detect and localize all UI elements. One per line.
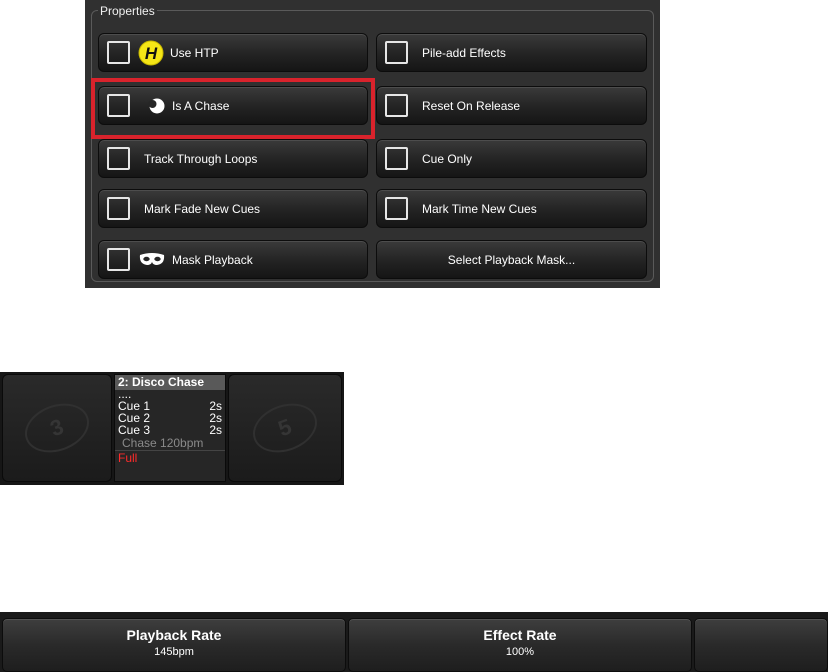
pile-add-effects-label: Pile-add Effects xyxy=(422,45,506,60)
cue-only-label: Cue Only xyxy=(422,151,473,166)
playback-rate-value: 145bpm xyxy=(154,646,194,658)
track-through-loops-checkbox[interactable] xyxy=(107,147,130,170)
is-a-chase-button[interactable]: Is A Chase xyxy=(98,86,368,125)
is-a-chase-label: Is A Chase xyxy=(172,98,230,113)
effect-rate-value: 100% xyxy=(505,646,535,658)
htp-icon: H xyxy=(138,40,164,66)
rate-bar: Playback Rate 145bpm Effect Rate 100% xyxy=(0,612,828,672)
cue-only-button[interactable]: Cue Only xyxy=(376,139,647,178)
mark-time-new-cues-label: Mark Time New Cues xyxy=(422,201,537,216)
cue-time: 2s xyxy=(209,423,222,437)
use-htp-checkbox[interactable] xyxy=(107,41,130,64)
mask-playback-checkbox[interactable] xyxy=(107,248,130,271)
mark-fade-new-cues-label: Mark Fade New Cues xyxy=(144,201,261,216)
playback-body: .... Cue 1 2s Cue 2 2s Cue 3 2s xyxy=(115,388,225,436)
use-htp-button[interactable]: H Use HTP xyxy=(98,33,368,72)
playback-slot-5[interactable]: 5 xyxy=(228,374,342,482)
screenshot-page: Properties H Use HTP Pile-add Effects Is… xyxy=(0,0,828,672)
mark-time-new-cues-button[interactable]: Mark Time New Cues xyxy=(376,189,647,228)
mask-icon xyxy=(138,252,166,268)
properties-legend: Properties xyxy=(98,4,157,18)
pile-add-effects-button[interactable]: Pile-add Effects xyxy=(376,33,647,72)
playback-level: Full xyxy=(118,451,138,465)
chase-icon xyxy=(138,96,166,116)
mark-fade-new-cues-checkbox[interactable] xyxy=(107,197,130,220)
effect-rate-label: Effect Rate xyxy=(483,627,557,643)
use-htp-label: Use HTP xyxy=(170,45,219,60)
playback-slot-number: 5 xyxy=(246,395,324,461)
select-playback-mask-label: Select Playback Mask... xyxy=(447,252,576,267)
htp-icon-letter: H xyxy=(145,44,158,63)
cue-row: Cue 3 2s xyxy=(118,424,222,436)
track-through-loops-button[interactable]: Track Through Loops xyxy=(98,139,368,178)
track-through-loops-label: Track Through Loops xyxy=(144,151,258,166)
cue-name: Cue 3 xyxy=(118,423,151,437)
cue-only-checkbox[interactable] xyxy=(385,147,408,170)
playback-rate-label: Playback Rate xyxy=(126,627,222,643)
playback-rate-button[interactable]: Playback Rate 145bpm xyxy=(2,618,346,672)
playback-title: 2: Disco Chase xyxy=(115,375,225,390)
playback-strip: 3 2: Disco Chase .... Cue 1 2s Cue 2 2s … xyxy=(0,372,344,485)
rate-button-empty[interactable] xyxy=(694,618,828,672)
reset-on-release-label: Reset On Release xyxy=(422,98,521,113)
select-playback-mask-button[interactable]: Select Playback Mask... xyxy=(376,240,647,279)
effect-rate-button[interactable]: Effect Rate 100% xyxy=(348,618,692,672)
playback-slot-number: 3 xyxy=(18,395,96,461)
pile-add-effects-checkbox[interactable] xyxy=(385,41,408,64)
reset-on-release-checkbox[interactable] xyxy=(385,94,408,117)
properties-panel: Properties H Use HTP Pile-add Effects Is… xyxy=(85,0,660,288)
mark-fade-new-cues-button[interactable]: Mark Fade New Cues xyxy=(98,189,368,228)
playback-slot-3[interactable]: 3 xyxy=(2,374,112,482)
mask-playback-button[interactable]: Mask Playback xyxy=(98,240,368,279)
is-a-chase-checkbox[interactable] xyxy=(107,94,130,117)
mask-playback-label: Mask Playback xyxy=(172,252,253,267)
reset-on-release-button[interactable]: Reset On Release xyxy=(376,86,647,125)
playback-chase-rate: Chase 120bpm xyxy=(115,436,225,451)
playback-slot-active[interactable]: 2: Disco Chase .... Cue 1 2s Cue 2 2s Cu… xyxy=(114,374,226,482)
mark-time-new-cues-checkbox[interactable] xyxy=(385,197,408,220)
